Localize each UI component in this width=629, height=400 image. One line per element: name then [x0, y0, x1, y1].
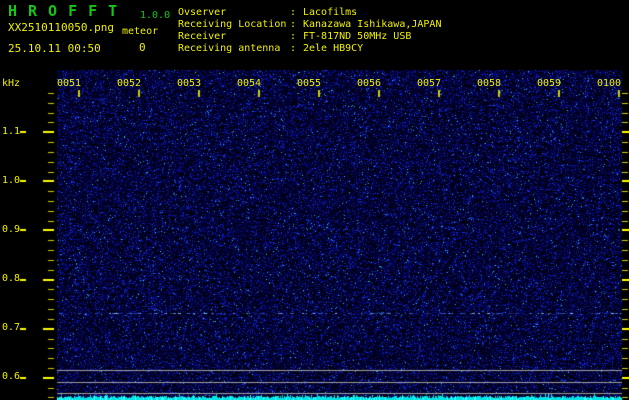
time-tick-label: 0055	[296, 78, 322, 89]
info-colon: :	[290, 19, 297, 30]
info-value: FT-817ND 50MHz USB	[303, 31, 412, 42]
time-tick-label: 0051	[56, 78, 82, 89]
mode-label: meteor	[122, 26, 159, 37]
time-tick-label: 0056	[356, 78, 382, 89]
info-label: Receiving Location	[178, 19, 287, 30]
info-value: 2ele HB9CY	[303, 43, 364, 54]
info-row-receiver: Receiver: FT-817ND 50MHz USB	[178, 31, 411, 42]
info-colon: :	[290, 31, 297, 42]
app-title: HROFFT	[8, 2, 129, 20]
spectrogram-canvas	[0, 0, 629, 400]
info-label: Receiver	[178, 31, 227, 42]
freq-tick-label: 0.8	[1, 273, 20, 284]
freq-tick-label: 1.1	[1, 126, 20, 137]
app-version: 1.0.0	[140, 10, 171, 21]
time-tick-label: 0054	[236, 78, 262, 89]
freq-tick-label: 0.9	[1, 224, 20, 235]
datetime-label: 25.10.11 00:50	[8, 42, 101, 55]
echo-count: 0	[139, 41, 146, 54]
time-tick-label: 0052	[116, 78, 142, 89]
time-tick-label: 0058	[476, 78, 502, 89]
time-tick-label: 0059	[536, 78, 562, 89]
freq-tick-label: 0.7	[1, 322, 20, 333]
info-colon: :	[290, 43, 297, 54]
freq-tick-label: 0.6	[1, 371, 20, 382]
info-value: Lacofilms	[303, 7, 358, 18]
time-tick-label: 0057	[416, 78, 442, 89]
hrofft-window: HROFFT 1.0.0 XX2510110050.png meteor 25.…	[0, 0, 629, 400]
info-row-observer: Ovserver: Lacofilms	[178, 7, 357, 18]
freq-tick-label: 1.0	[1, 175, 20, 186]
info-row-antenna: Receiving antenna:2ele HB9CY	[178, 43, 363, 54]
info-label: Ovserver	[178, 7, 227, 18]
info-label: Receiving antenna	[178, 43, 281, 54]
time-tick-label: 0100	[596, 78, 622, 89]
output-filename: XX2510110050.png	[8, 21, 114, 34]
freq-axis-unit: kHz	[2, 78, 21, 89]
time-tick-label: 0053	[176, 78, 202, 89]
info-colon: :	[290, 7, 297, 18]
info-value: Kanazawa Ishikawa,JAPAN	[303, 19, 442, 30]
info-row-location: Receiving Location: Kanazawa Ishikawa,JAP…	[178, 19, 441, 30]
